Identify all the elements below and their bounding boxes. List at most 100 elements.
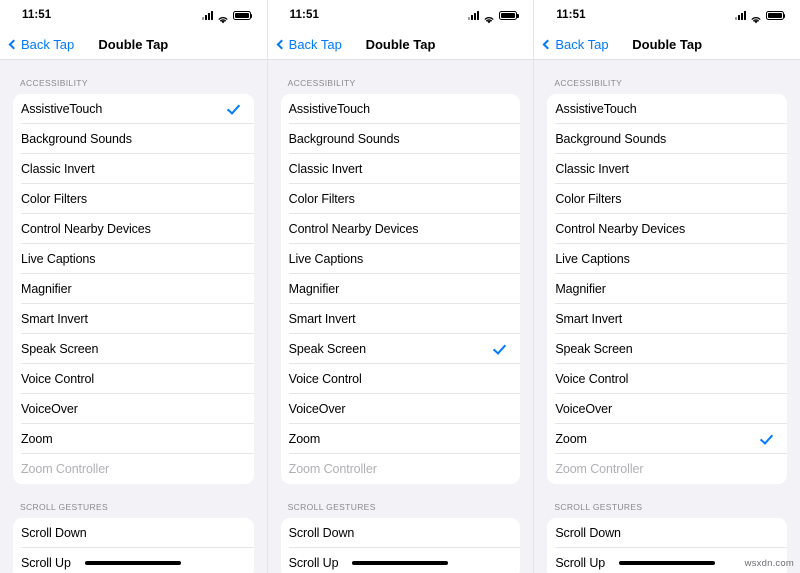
status-bar: 11:51 xyxy=(534,0,800,30)
list-item[interactable]: Voice Control xyxy=(13,364,254,394)
list-item-content: Background Sounds xyxy=(555,124,787,154)
list-item-label: VoiceOver xyxy=(21,401,78,416)
home-indicator[interactable] xyxy=(85,561,182,565)
list-item[interactable]: Scroll Down xyxy=(547,518,787,548)
list-item[interactable]: Live Captions xyxy=(547,244,787,274)
section-card-1: AssistiveTouch Background Sounds Classic I… xyxy=(280,94,521,484)
list-item[interactable]: Background Sounds xyxy=(281,124,521,154)
list-item[interactable]: Smart Invert xyxy=(547,304,787,334)
status-bar-time: 11:51 xyxy=(556,9,586,21)
list-item[interactable]: Control Nearby Devices xyxy=(13,214,254,244)
list-item[interactable]: AssistiveTouch xyxy=(13,94,254,124)
list-item-label: Zoom xyxy=(21,431,53,446)
list-item-label: AssistiveTouch xyxy=(21,101,103,116)
list-item[interactable]: Smart Invert xyxy=(13,304,254,334)
battery-level xyxy=(767,12,782,18)
wifi-icon xyxy=(483,11,495,23)
list-item[interactable]: Color Filters xyxy=(13,184,254,214)
list-item[interactable]: VoiceOver xyxy=(281,394,521,424)
status-bar: 11:51 xyxy=(267,0,534,30)
list-item-content: Zoom xyxy=(21,424,254,454)
list-item-content: Smart Invert xyxy=(21,304,254,334)
list-item[interactable]: Live Captions xyxy=(13,244,254,274)
list-item[interactable]: AssistiveTouch xyxy=(281,94,521,124)
list-item-content: Live Captions xyxy=(555,244,787,274)
list-item-label: Background Sounds xyxy=(288,131,400,146)
list-item-label: Color Filters xyxy=(288,191,355,206)
list-item-content: AssistiveTouch xyxy=(288,94,521,124)
list-item-label: Zoom Controller xyxy=(21,462,110,476)
list-item[interactable]: Control Nearby Devices xyxy=(281,214,521,244)
list-item[interactable]: VoiceOver xyxy=(547,394,787,424)
list-item[interactable]: Live Captions xyxy=(281,244,521,274)
list-item-label: Scroll Up xyxy=(21,556,71,570)
list-item-content: Scroll Down xyxy=(555,518,787,548)
list-item-label: Live Captions xyxy=(21,251,96,266)
list-item-content: Color Filters xyxy=(21,184,254,214)
section-header-2: SCROLL GESTURES xyxy=(287,502,376,512)
list-item[interactable]: Scroll Down xyxy=(13,518,254,548)
list-item-content: Speak Screen xyxy=(288,334,521,364)
list-item[interactable]: Control Nearby Devices xyxy=(547,214,787,244)
list-item[interactable]: Color Filters xyxy=(281,184,521,214)
list-item[interactable]: Magnifier xyxy=(547,274,787,304)
list-item-content: Scroll Down xyxy=(21,518,254,548)
list-item[interactable]: Zoom xyxy=(13,424,254,454)
list-item[interactable]: Classic Invert xyxy=(281,154,521,184)
list-item[interactable]: Background Sounds xyxy=(547,124,787,154)
list-item-content: Zoom Controller xyxy=(289,454,521,484)
list-item[interactable]: Speak Screen xyxy=(13,334,254,364)
list-item-label: Zoom xyxy=(555,431,587,446)
settings-list: ACCESSIBILITY AssistiveTouch Background So… xyxy=(267,60,534,573)
list-item[interactable]: Speak Screen xyxy=(547,334,787,364)
list-item[interactable]: Background Sounds xyxy=(13,124,254,154)
back-button[interactable]: Back Tap xyxy=(276,37,342,52)
chevron-left-icon xyxy=(542,39,553,50)
status-bar-time: 11:51 xyxy=(22,9,52,21)
list-item[interactable]: Zoom xyxy=(281,424,521,454)
chevron-left-icon xyxy=(8,39,19,50)
list-item-label: Speak Screen xyxy=(21,341,99,356)
list-item[interactable]: Voice Control xyxy=(281,364,521,394)
list-item[interactable]: Classic Invert xyxy=(13,154,254,184)
list-item[interactable]: Magnifier xyxy=(281,274,521,304)
list-item-label: Background Sounds xyxy=(21,131,132,146)
list-item-content: Speak Screen xyxy=(21,334,254,364)
list-item-label: Control Nearby Devices xyxy=(288,221,419,236)
list-item[interactable]: Scroll Down xyxy=(281,518,521,548)
list-item-label: Voice Control xyxy=(288,371,362,386)
list-item[interactable]: Magnifier xyxy=(13,274,254,304)
list-item[interactable]: Smart Invert xyxy=(281,304,521,334)
list-item-label: Classic Invert xyxy=(555,161,629,176)
list-item-content: AssistiveTouch xyxy=(555,94,787,124)
list-item[interactable]: Voice Control xyxy=(547,364,787,394)
phone-screen-1: 11:51 Back Tap Double Tap ACCESSIBILITY Assi… xyxy=(0,0,267,573)
list-item[interactable]: Zoom xyxy=(547,424,787,454)
list-item[interactable]: Speak Screen xyxy=(281,334,521,364)
list-item-label: Speak Screen xyxy=(555,341,633,356)
list-item-content: Smart Invert xyxy=(288,304,521,334)
list-item[interactable]: VoiceOver xyxy=(13,394,254,424)
list-item-label: Classic Invert xyxy=(21,161,95,176)
list-item: Zoom Controller xyxy=(547,454,787,484)
status-bar-icons xyxy=(734,10,786,23)
section-header-1: ACCESSIBILITY xyxy=(20,78,88,88)
list-item-content: VoiceOver xyxy=(288,394,521,424)
list-item-label: Control Nearby Devices xyxy=(21,221,151,236)
list-item[interactable]: Color Filters xyxy=(547,184,787,214)
cellular-signal-icon xyxy=(734,10,746,20)
back-button[interactable]: Back Tap xyxy=(8,37,74,52)
home-indicator[interactable] xyxy=(619,561,716,565)
list-item-label: Color Filters xyxy=(555,191,622,206)
list-item[interactable]: AssistiveTouch xyxy=(547,94,787,124)
list-item-content: Smart Invert xyxy=(555,304,787,334)
list-item: Zoom Controller xyxy=(281,454,521,484)
status-bar-time: 11:51 xyxy=(289,9,319,21)
home-indicator[interactable] xyxy=(352,561,449,565)
list-item[interactable]: Classic Invert xyxy=(547,154,787,184)
back-button[interactable]: Back Tap xyxy=(542,37,609,52)
list-item-content: Color Filters xyxy=(288,184,521,214)
checkmark-icon xyxy=(493,342,506,355)
list-item-content: Live Captions xyxy=(21,244,254,274)
phone-screen-3: 11:51 Back Tap Double Tap ACCESSIBILITY Assi… xyxy=(533,0,800,573)
